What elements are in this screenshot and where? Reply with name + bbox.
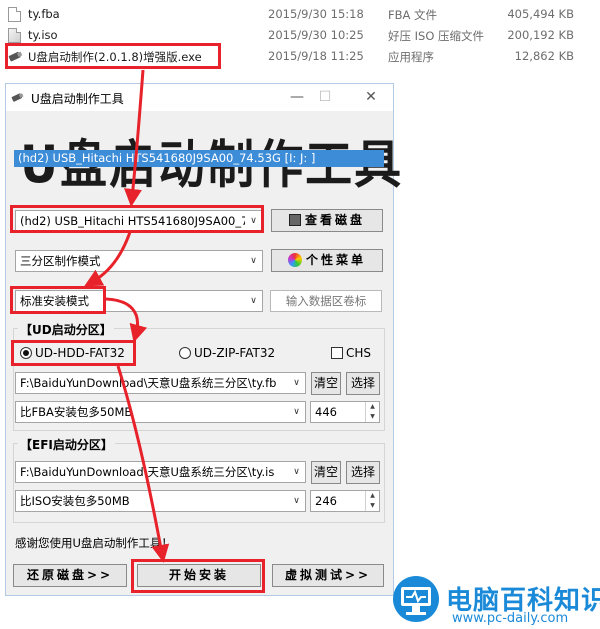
file-date: 2015/9/30 15:18: [268, 7, 364, 21]
ud-hdd-radio[interactable]: UD-HDD-FAT32: [20, 346, 125, 360]
title-bar[interactable]: U盘启动制作工具 — ☐ ✕: [6, 84, 393, 111]
file-date: 2015/9/30 10:25: [268, 28, 364, 42]
file-name: ty.fba: [28, 7, 60, 21]
ud-size-value: 446: [315, 405, 337, 419]
close-button[interactable]: ✕: [357, 87, 385, 107]
file-type: 应用程序: [388, 50, 434, 64]
volume-label-input[interactable]: 输入数据区卷标: [270, 290, 382, 312]
disk-dropdown-option[interactable]: (hd2) USB_Hitachi HTS541680J9SA00_74.53G…: [14, 150, 384, 167]
chevron-down-icon: ∨: [288, 491, 305, 511]
minimize-button[interactable]: —: [283, 87, 311, 107]
ud-size-stepper[interactable]: 446 ▲ ▼: [310, 401, 380, 423]
file-size: 200,192 KB: [507, 28, 574, 42]
radio-icon: [179, 347, 191, 359]
view-disk-label: 查看磁盘: [304, 213, 365, 227]
file-row-exe[interactable]: U盘启动制作(2.0.1.8)增强版.exe 2015/9/18 11:25 应…: [0, 46, 600, 67]
chevron-down-icon: ∨: [245, 251, 262, 271]
ud-path-value: F:\BaiduYunDownload\天意U盘系统三分区\ty.fb: [20, 376, 277, 390]
file-row-fba[interactable]: ty.fba 2015/9/30 15:18 FBA 文件 405,494 KB: [0, 4, 600, 25]
chevron-down-icon: ∨: [245, 291, 262, 311]
ud-partition-label: 【UD启动分区】: [18, 321, 114, 338]
file-type: 好压 ISO 压缩文件: [388, 29, 485, 43]
install-mode-value: 标准安装模式: [20, 294, 89, 308]
start-install-button[interactable]: 开始安装: [137, 564, 261, 587]
file-date: 2015/9/18 11:25: [268, 49, 364, 63]
ud-choose-button[interactable]: 选择: [346, 372, 380, 395]
ud-hdd-label: UD-HDD-FAT32: [35, 346, 125, 360]
partition-mode-select[interactable]: 三分区制作模式 ∨: [15, 250, 263, 272]
checkbox-icon: [331, 347, 343, 359]
stepper-arrows-icon[interactable]: ▲ ▼: [365, 491, 379, 511]
stepper-arrows-icon[interactable]: ▲ ▼: [365, 402, 379, 422]
custom-menu-label: 个性菜单: [305, 253, 366, 267]
usb-drive-icon: [8, 51, 23, 62]
file-name: ty.iso: [28, 28, 58, 42]
ud-zip-label: UD-ZIP-FAT32: [194, 346, 276, 360]
iso-file-icon: [8, 28, 21, 43]
watermark-url: www.pc-daily.com: [452, 611, 569, 626]
efi-size-stepper[interactable]: 246 ▲ ▼: [310, 490, 380, 512]
efi-size-select[interactable]: 比ISO安装包多50MB ∨: [15, 490, 306, 512]
file-name: U盘启动制作(2.0.1.8)增强版.exe: [28, 50, 202, 64]
palette-icon: [287, 253, 302, 267]
ud-zip-radio[interactable]: UD-ZIP-FAT32: [179, 346, 275, 360]
ud-path-field[interactable]: F:\BaiduYunDownload\天意U盘系统三分区\ty.fb ∨: [15, 372, 306, 394]
custom-menu-button[interactable]: 个性菜单: [271, 249, 383, 272]
install-mode-select[interactable]: 标准安装模式 ∨: [15, 290, 263, 312]
file-icon: [8, 7, 21, 22]
file-row-iso[interactable]: ty.iso 2015/9/30 10:25 好压 ISO 压缩文件 200,1…: [0, 25, 600, 46]
monitor-logo-icon: [393, 576, 439, 622]
status-message: 感谢您使用U盘启动制作工具！: [15, 536, 173, 550]
window-title: U盘启动制作工具: [31, 92, 124, 106]
efi-size-option: 比ISO安装包多50MB: [20, 494, 130, 508]
chevron-down-icon: ∨: [288, 402, 305, 422]
efi-choose-button[interactable]: 选择: [346, 461, 380, 484]
disk-select-value: (hd2) USB_Hitachi HTS541680J9SA00_7: [20, 214, 249, 228]
chs-label: CHS: [346, 346, 372, 360]
ud-size-select[interactable]: 比FBA安装包多50MB ∨: [15, 401, 306, 423]
radio-selected-icon: [20, 347, 32, 359]
maximize-button[interactable]: ☐: [311, 87, 339, 107]
efi-partition-label: 【EFI启动分区】: [18, 436, 115, 453]
chevron-down-icon: ∨: [288, 462, 305, 482]
partition-mode-value: 三分区制作模式: [20, 254, 101, 268]
efi-path-value: F:\BaiduYunDownload\天意U盘系统三分区\ty.is: [20, 465, 275, 479]
efi-path-field[interactable]: F:\BaiduYunDownload\天意U盘系统三分区\ty.is ∨: [15, 461, 306, 483]
chevron-down-icon: ∨: [288, 373, 305, 393]
file-type: FBA 文件: [388, 8, 438, 22]
ud-clear-button[interactable]: 清空: [311, 372, 341, 395]
restore-disk-button[interactable]: 还原磁盘>>: [13, 564, 127, 587]
efi-size-value: 246: [315, 494, 337, 508]
view-disk-button[interactable]: 查看磁盘: [271, 209, 383, 232]
disk-icon: [288, 214, 301, 226]
usb-drive-icon: [11, 93, 24, 102]
chevron-down-icon: ∨: [245, 211, 262, 231]
file-size: 12,862 KB: [514, 49, 574, 63]
disk-select[interactable]: (hd2) USB_Hitachi HTS541680J9SA00_7 ∨: [15, 210, 263, 232]
virtual-test-button[interactable]: 虚拟测试>>: [272, 564, 384, 587]
ud-size-option: 比FBA安装包多50MB: [20, 405, 133, 419]
file-size: 405,494 KB: [507, 7, 574, 21]
chs-checkbox[interactable]: CHS: [331, 346, 371, 360]
efi-clear-button[interactable]: 清空: [311, 461, 341, 484]
